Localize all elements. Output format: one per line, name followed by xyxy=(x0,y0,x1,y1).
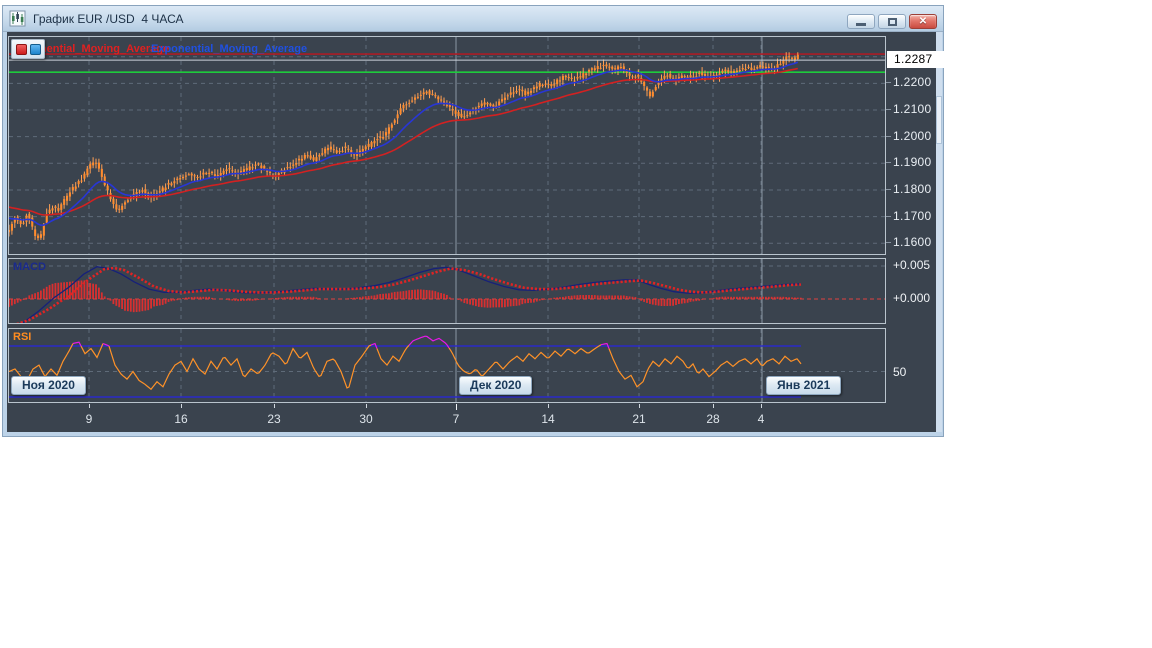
time-axis[interactable]: 9 16 23 30 7 14 21 28 4 xyxy=(7,404,938,432)
maximize-icon xyxy=(887,17,897,26)
time-tick xyxy=(366,404,367,408)
close-icon: ✕ xyxy=(918,15,928,27)
rsi-axis-label: 50 xyxy=(893,364,907,379)
candlestick-chart[interactable] xyxy=(9,37,885,254)
candlestick-chart-icon xyxy=(9,10,27,28)
time-axis-label: 16 xyxy=(174,412,188,426)
time-axis-label: 7 xyxy=(452,412,460,426)
time-tick xyxy=(713,404,714,408)
maximize-button[interactable] xyxy=(878,14,906,29)
current-price-box: 1.2287 xyxy=(887,50,944,68)
blue-indicator-swatch[interactable] xyxy=(29,43,41,55)
window-title: График EUR /USD 4 ЧАСА xyxy=(33,12,184,26)
chart-client-area: Exponential_Moving_Average Exponential_M… xyxy=(7,32,944,432)
time-tick xyxy=(274,404,275,408)
scrollbar-thumb[interactable] xyxy=(936,96,942,144)
price-tick xyxy=(886,188,891,190)
macd-panel[interactable]: MACD xyxy=(8,258,886,324)
price-axis-label: 1.2100 xyxy=(893,102,932,116)
time-tick xyxy=(761,404,762,408)
time-axis-label: 28 xyxy=(706,412,720,426)
price-axis-label: 1.2200 xyxy=(893,75,932,90)
minimize-button[interactable] xyxy=(847,14,875,29)
window-controls: ✕ xyxy=(847,14,937,29)
time-tick xyxy=(548,404,549,408)
price-tick xyxy=(886,135,891,137)
time-tick xyxy=(181,404,182,408)
title-bar[interactable]: График EUR /USD 4 ЧАСА ✕ xyxy=(3,6,943,32)
desktop: График EUR /USD 4 ЧАСА ✕ Exponential_Mov… xyxy=(0,0,1152,648)
price-tick xyxy=(886,109,891,110)
price-axis-label: 1.2000 xyxy=(893,128,932,143)
price-axis-label: 1.1800 xyxy=(893,181,932,196)
time-tick xyxy=(89,404,90,408)
time-axis-label: 4 xyxy=(757,412,765,426)
time-axis-label: 14 xyxy=(541,412,555,426)
red-indicator-swatch[interactable] xyxy=(15,43,27,55)
price-tick xyxy=(886,242,891,244)
time-tick xyxy=(639,404,640,408)
macd-chart[interactable] xyxy=(9,259,885,323)
legend-ema-blue: Exponential_Moving_Average xyxy=(151,43,308,55)
month-button-янв[interactable]: Янв 2021 xyxy=(766,376,842,395)
month-button-дек[interactable]: Дек 2020 xyxy=(459,376,533,395)
price-tick xyxy=(886,215,891,217)
time-axis-label: 23 xyxy=(267,412,281,426)
time-axis-label: 30 xyxy=(359,412,373,426)
month-button-ноя[interactable]: Ноя 2020 xyxy=(11,376,86,395)
price-tick xyxy=(886,162,891,164)
vertical-scrollbar[interactable] xyxy=(936,32,942,432)
time-tick xyxy=(456,404,457,410)
close-button[interactable]: ✕ xyxy=(909,14,937,29)
macd-label: MACD xyxy=(13,261,46,273)
minimize-icon xyxy=(856,22,866,26)
time-axis-label: 9 xyxy=(85,412,93,426)
indicator-color-buttons[interactable] xyxy=(11,39,45,59)
macd-axis-label: +0.000 xyxy=(893,291,931,305)
rsi-chart[interactable] xyxy=(9,329,885,402)
price-axis-label: 1.1700 xyxy=(893,208,932,223)
rsi-label: RSI xyxy=(13,331,32,343)
chart-window: График EUR /USD 4 ЧАСА ✕ Exponential_Mov… xyxy=(2,5,944,437)
price-axis-label: 1.1900 xyxy=(893,155,932,170)
macd-axis-label: +0.005 xyxy=(893,258,931,272)
price-axis-label: 1.1600 xyxy=(893,235,932,250)
time-axis-label: 21 xyxy=(632,412,646,426)
rsi-panel[interactable]: RSI Ноя 2020 Дек 2020 Янв 2021 xyxy=(8,328,886,403)
price-tick xyxy=(886,82,891,84)
price-panel[interactable]: Exponential_Moving_Average Exponential_M… xyxy=(8,36,886,255)
